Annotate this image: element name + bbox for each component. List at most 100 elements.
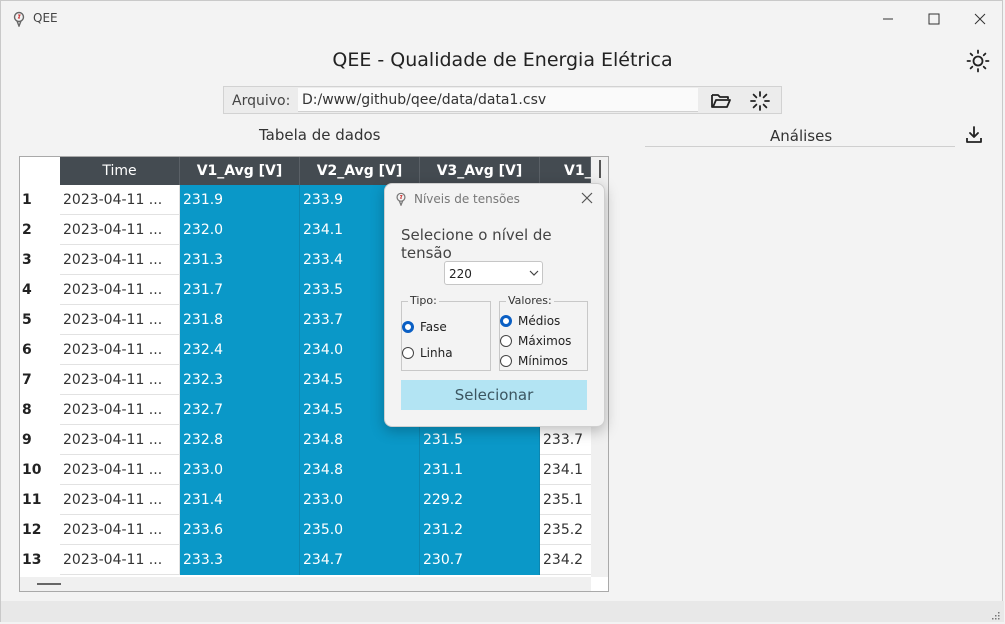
horizontal-scrollbar[interactable] — [20, 577, 591, 591]
table-cell-time[interactable]: 2023-04-11 ... — [60, 185, 180, 215]
radio-minimos[interactable]: Mínimos — [500, 354, 568, 368]
radio-label: Mínimos — [518, 354, 568, 368]
row-number[interactable]: 5 — [20, 305, 60, 335]
column-header-v3[interactable]: V3_Avg [V] — [420, 157, 540, 185]
table-cell-v1[interactable]: 233.0 — [180, 455, 300, 485]
selecionar-button[interactable]: Selecionar — [401, 380, 587, 410]
vertical-scroll-thumb[interactable] — [599, 160, 601, 178]
row-number[interactable]: 9 — [20, 425, 60, 455]
file-label: Arquivo: — [232, 93, 291, 109]
table-cell-v4[interactable]: 234.1 — [540, 455, 591, 485]
table-cell-v1[interactable]: 232.3 — [180, 365, 300, 395]
table-cell-v2[interactable]: 234.7 — [300, 545, 420, 575]
download-icon[interactable] — [964, 125, 984, 145]
table-cell-v1[interactable]: 232.7 — [180, 395, 300, 425]
table-cell-time[interactable]: 2023-04-11 ... — [60, 485, 180, 515]
table-cell-v1[interactable]: 232.8 — [180, 425, 300, 455]
radio-button[interactable] — [500, 335, 512, 347]
table-cell-time[interactable]: 2023-04-11 ... — [60, 395, 180, 425]
chevron-down-icon — [529, 270, 539, 276]
voltage-level-dialog: Níveis de tensões Selecione o nível de t… — [384, 183, 605, 427]
close-button[interactable] — [957, 7, 1003, 31]
tipo-group: Tipo: Fase Linha — [401, 294, 491, 371]
table-cell-v2[interactable]: 234.8 — [300, 455, 420, 485]
radio-maximos[interactable]: Máximos — [500, 334, 571, 348]
table-cell-v1[interactable]: 231.7 — [180, 275, 300, 305]
table-cell-v1[interactable]: 232.4 — [180, 335, 300, 365]
radio-button[interactable] — [500, 355, 512, 367]
table-cell-v4[interactable]: 235.2 — [540, 515, 591, 545]
radio-button[interactable] — [500, 315, 512, 327]
table-cell-v4[interactable]: 235.1 — [540, 485, 591, 515]
maximize-button[interactable] — [911, 7, 957, 31]
table-corner — [20, 157, 60, 185]
radio-linha[interactable]: Linha — [402, 346, 453, 360]
table-cell-v3[interactable]: 231.1 — [420, 455, 540, 485]
table-cell-time[interactable]: 2023-04-11 ... — [60, 305, 180, 335]
minimize-button[interactable] — [865, 7, 911, 31]
radio-label: Linha — [420, 346, 453, 360]
table-cell-time[interactable]: 2023-04-11 ... — [60, 365, 180, 395]
table-cell-v2[interactable]: 233.0 — [300, 485, 420, 515]
analises-divider — [645, 146, 955, 147]
table-cell-time[interactable]: 2023-04-11 ... — [60, 275, 180, 305]
table-cell-v3[interactable]: 231.5 — [420, 425, 540, 455]
title-bar: QEE — [1, 1, 1002, 35]
row-number[interactable]: 11 — [20, 485, 60, 515]
table-cell-v2[interactable]: 234.8 — [300, 425, 420, 455]
file-bar: Arquivo: — [223, 86, 782, 114]
row-number[interactable]: 2 — [20, 215, 60, 245]
column-header-v1-partial[interactable]: V1_ — [540, 157, 592, 185]
table-cell-v2[interactable]: 235.0 — [300, 515, 420, 545]
folder-open-icon[interactable] — [710, 91, 732, 111]
column-header-v1[interactable]: V1_Avg [V] — [180, 157, 300, 185]
row-number[interactable]: 8 — [20, 395, 60, 425]
table-cell-v1[interactable]: 231.9 — [180, 185, 300, 215]
table-cell-time[interactable]: 2023-04-11 ... — [60, 335, 180, 365]
tipo-label: Tipo: — [408, 294, 439, 307]
table-cell-time[interactable]: 2023-04-11 ... — [60, 245, 180, 275]
column-header-time[interactable]: Time — [60, 157, 180, 185]
row-number[interactable]: 7 — [20, 365, 60, 395]
column-header-v2[interactable]: V2_Avg [V] — [300, 157, 420, 185]
table-cell-v1[interactable]: 231.4 — [180, 485, 300, 515]
table-cell-v1[interactable]: 233.6 — [180, 515, 300, 545]
valores-label: Valores: — [506, 294, 554, 307]
file-path-input[interactable] — [298, 88, 698, 112]
minimize-icon — [883, 18, 893, 20]
table-cell-v4[interactable]: 234.2 — [540, 545, 591, 575]
horizontal-scroll-thumb[interactable] — [37, 583, 61, 585]
table-cell-time[interactable]: 2023-04-11 ... — [60, 215, 180, 245]
table-cell-v1[interactable]: 233.3 — [180, 545, 300, 575]
radio-fase[interactable]: Fase — [402, 320, 447, 334]
table-cell-v1[interactable]: 231.8 — [180, 305, 300, 335]
radio-button[interactable] — [402, 347, 414, 359]
row-number[interactable]: 13 — [20, 545, 60, 575]
table-cell-time[interactable]: 2023-04-11 ... — [60, 425, 180, 455]
table-cell-v4[interactable]: 233.7 — [540, 425, 591, 455]
close-icon[interactable] — [581, 192, 593, 204]
table-cell-v3[interactable]: 230.7 — [420, 545, 540, 575]
app-icon — [396, 192, 406, 206]
radio-button[interactable] — [402, 321, 414, 333]
table-cell-time[interactable]: 2023-04-11 ... — [60, 545, 180, 575]
row-number[interactable]: 6 — [20, 335, 60, 365]
loader-icon[interactable] — [749, 90, 771, 112]
voltage-level-select[interactable]: 220 — [444, 261, 543, 285]
row-number[interactable]: 10 — [20, 455, 60, 485]
row-number[interactable]: 3 — [20, 245, 60, 275]
resize-grip-icon[interactable] — [990, 610, 1000, 620]
table-cell-time[interactable]: 2023-04-11 ... — [60, 455, 180, 485]
row-number[interactable]: 1 — [20, 185, 60, 215]
radio-medios[interactable]: Médios — [500, 314, 560, 328]
table-cell-v3[interactable]: 229.2 — [420, 485, 540, 515]
app-icon — [13, 11, 25, 27]
table-cell-v3[interactable]: 231.2 — [420, 515, 540, 545]
table-cell-v1[interactable]: 231.3 — [180, 245, 300, 275]
sun-icon[interactable] — [965, 48, 991, 74]
row-number[interactable]: 12 — [20, 515, 60, 545]
dialog-title: Níveis de tensões — [414, 192, 520, 206]
table-cell-time[interactable]: 2023-04-11 ... — [60, 515, 180, 545]
table-cell-v1[interactable]: 232.0 — [180, 215, 300, 245]
row-number[interactable]: 4 — [20, 275, 60, 305]
